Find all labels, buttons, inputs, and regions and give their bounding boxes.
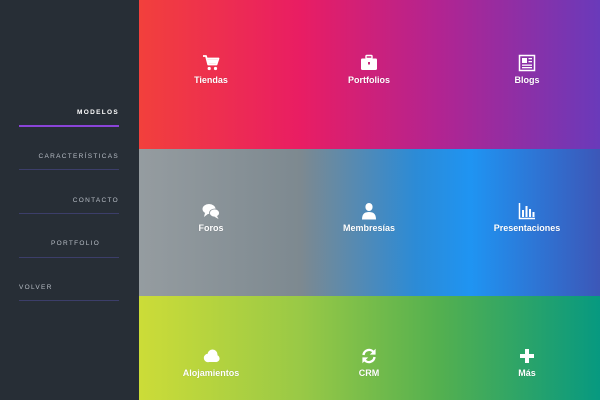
nav-underline [19,257,119,258]
nav-underline [19,125,119,127]
chat-bubbles-icon [202,202,220,220]
nav-item-label: Contacto [72,197,119,204]
nav-item-label: Volver [19,284,53,291]
tile-label: Tiendas [194,75,228,85]
nav-item-label: Modelos [77,109,119,116]
tile-tiendas[interactable]: Tiendas [141,54,281,85]
tile-label: Membresías [342,223,396,233]
shopping-cart-icon [202,54,220,72]
tile-label: CRM [358,368,380,378]
refresh-icon [360,347,378,365]
plus-icon [518,347,536,365]
nav-underline [19,300,119,301]
tile-foros[interactable]: Foros [141,202,281,233]
tile-membresias[interactable]: Membresías [299,202,439,233]
tile-label: Presentaciones [493,223,561,233]
briefcase-icon [360,54,378,72]
tile-label: Alojamientos [182,368,240,378]
nav-item-label: Características [38,153,119,160]
user-icon [360,202,378,220]
tile-mas[interactable]: Más [457,347,597,378]
tile-label: Foros [198,223,224,233]
tile-label: Más [518,368,536,378]
tile-label: Blogs [514,75,540,85]
tile-presentaciones[interactable]: Presentaciones [457,202,597,233]
tile-label: Portfolios [348,75,390,85]
tile-portfolios[interactable]: Portfolios [299,54,439,85]
nav-underline [19,169,119,170]
newspaper-icon [518,54,536,72]
nav-underline [19,213,119,214]
bar-chart-icon [518,202,536,220]
tile-crm[interactable]: CRM [299,347,439,378]
tile-alojamientos[interactable]: Alojamientos [141,347,281,378]
nav-item-label: Portfolio [51,240,101,247]
sidebar-nav: Modelos Características Contacto Portfol… [0,0,139,400]
cloud-icon [202,347,220,365]
tile-blogs[interactable]: Blogs [457,54,597,85]
